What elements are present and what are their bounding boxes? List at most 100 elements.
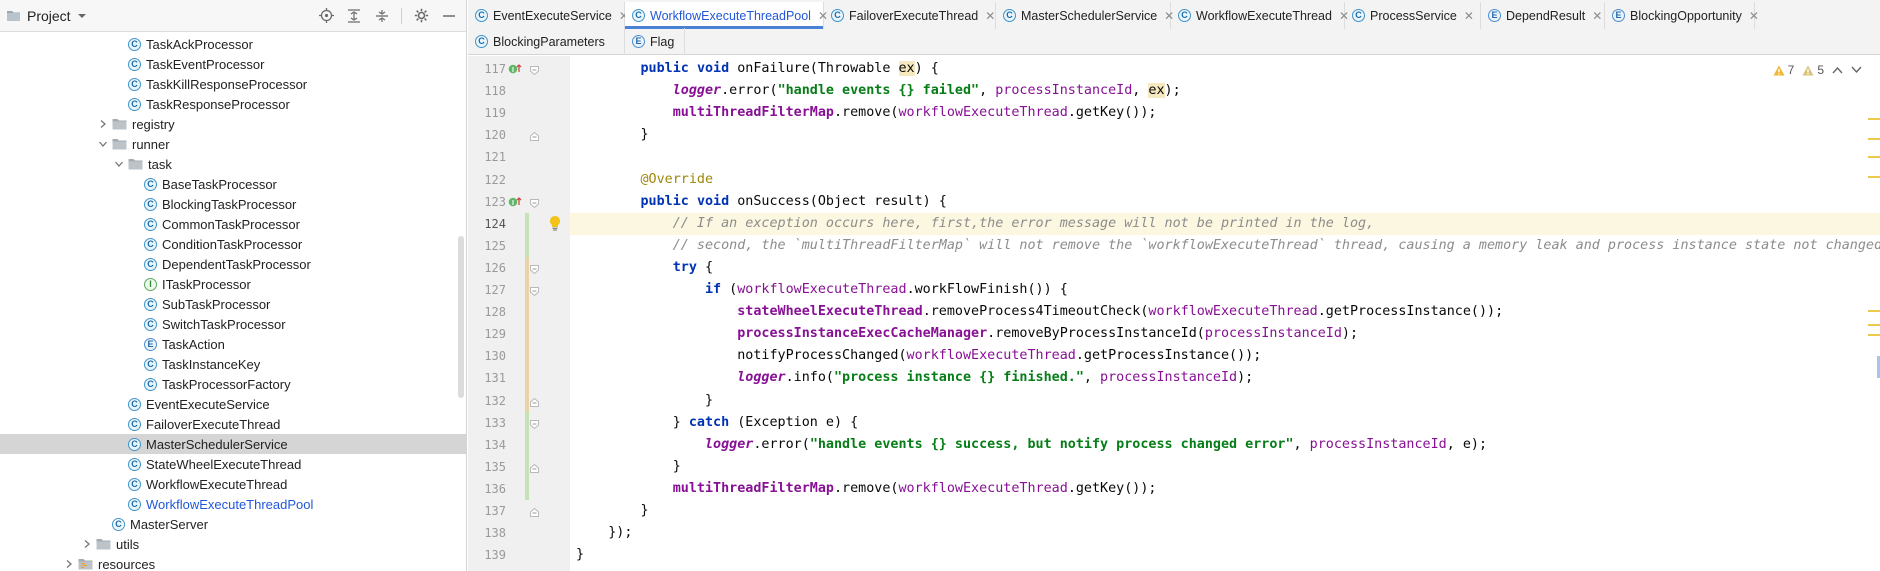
- tree-file[interactable]: C TaskInstanceKey: [0, 354, 466, 374]
- gutter-line[interactable]: 118: [468, 80, 570, 102]
- expand-all-icon[interactable]: [345, 7, 363, 25]
- code-line[interactable]: }: [570, 456, 1880, 478]
- code-line[interactable]: [570, 146, 1880, 168]
- gutter-line[interactable]: 133: [468, 412, 570, 434]
- gutter-line[interactable]: 139: [468, 544, 570, 566]
- error-stripe[interactable]: [1868, 56, 1880, 571]
- tree-file[interactable]: I ITaskProcessor: [0, 274, 466, 294]
- gutter-line[interactable]: 132: [468, 390, 570, 412]
- gutter-line[interactable]: 128: [468, 301, 570, 323]
- next-highlight-icon[interactable]: [1851, 63, 1862, 77]
- code-line[interactable]: logger.error("handle events {} success, …: [570, 434, 1880, 456]
- editor-tab[interactable]: C WorkflowExecuteThread ✕: [1171, 2, 1349, 29]
- tree-file[interactable]: C TaskEventProcessor: [0, 54, 466, 74]
- editor-tab[interactable]: C FailoverExecuteThread ✕: [824, 2, 996, 29]
- stripe-mark[interactable]: [1868, 176, 1880, 178]
- stripe-mark[interactable]: [1868, 118, 1880, 120]
- code-line[interactable]: // second, the `multiThreadFilterMap` wi…: [570, 235, 1880, 257]
- chevron-down-icon[interactable]: [96, 137, 110, 151]
- gutter-line[interactable]: 134: [468, 434, 570, 456]
- tree-file[interactable]: C WorkflowExecuteThreadPool: [0, 494, 466, 514]
- vcs-change-marker[interactable]: [525, 411, 529, 500]
- chevron-right-icon[interactable]: [62, 557, 76, 571]
- project-view-selector[interactable]: Project: [6, 8, 87, 24]
- gutter-line[interactable]: 127: [468, 279, 570, 301]
- project-scrollbar[interactable]: [458, 236, 464, 398]
- gutter-line[interactable]: 119: [468, 102, 570, 124]
- tree-file[interactable]: C BlockingTaskProcessor: [0, 194, 466, 214]
- editor-tab[interactable]: E DependResult ✕: [1481, 2, 1605, 29]
- tree-file[interactable]: C StateWheelExecuteThread: [0, 454, 466, 474]
- gutter-line[interactable]: 125: [468, 235, 570, 257]
- tree-file[interactable]: E TaskAction: [0, 334, 466, 354]
- tree-file[interactable]: C CommonTaskProcessor: [0, 214, 466, 234]
- tree-file[interactable]: C SubTaskProcessor: [0, 294, 466, 314]
- editor-tab[interactable]: C EventExecuteService ✕: [468, 2, 629, 29]
- tree-file[interactable]: C MasterServer: [0, 514, 466, 534]
- previous-highlight-icon[interactable]: [1832, 63, 1843, 77]
- fold-marker-icon[interactable]: [530, 64, 539, 76]
- gutter-line[interactable]: 121: [468, 146, 570, 168]
- stripe-mark[interactable]: [1868, 138, 1880, 140]
- gutter-line[interactable]: 131: [468, 367, 570, 389]
- close-icon[interactable]: ✕: [985, 9, 995, 23]
- tree-file[interactable]: C MasterSchedulerService: [0, 434, 466, 454]
- tree-file[interactable]: C BaseTaskProcessor: [0, 174, 466, 194]
- fold-marker-icon[interactable]: [530, 462, 539, 473]
- minimize-icon[interactable]: [440, 7, 458, 25]
- code-line[interactable]: processInstanceExecCacheManager.removeBy…: [570, 323, 1880, 345]
- implements-method-icon[interactable]: I: [508, 196, 522, 211]
- tree-folder[interactable]: runner: [0, 134, 466, 154]
- stripe-mark[interactable]: [1868, 324, 1880, 326]
- lightbulb-icon[interactable]: [548, 215, 562, 234]
- code-line[interactable]: logger.error("handle events {} failed", …: [570, 80, 1880, 102]
- tree-file[interactable]: C FailoverExecuteThread: [0, 414, 466, 434]
- stripe-mark[interactable]: [1868, 334, 1880, 336]
- vcs-change-marker[interactable]: [525, 256, 529, 412]
- tree-file[interactable]: C TaskResponseProcessor: [0, 94, 466, 114]
- tree-file[interactable]: C TaskProcessorFactory: [0, 374, 466, 394]
- tree-file[interactable]: C DependentTaskProcessor: [0, 254, 466, 274]
- editor-tab[interactable]: E BlockingOpportunity ✕: [1605, 2, 1759, 29]
- gutter-line[interactable]: 124: [468, 213, 570, 235]
- weak-warning-count[interactable]: 5: [1802, 63, 1824, 77]
- tree-file[interactable]: C SwitchTaskProcessor: [0, 314, 466, 334]
- tree-file[interactable]: C TaskKillResponseProcessor: [0, 74, 466, 94]
- fold-marker-icon[interactable]: [530, 396, 539, 407]
- code-line[interactable]: });: [570, 522, 1880, 544]
- editor-tab[interactable]: E Flag: [625, 28, 685, 55]
- tree-file[interactable]: C WorkflowExecuteThread: [0, 474, 466, 494]
- gutter-line[interactable]: 138: [468, 522, 570, 544]
- stripe-mark[interactable]: [1868, 156, 1880, 158]
- gutter-line[interactable]: 120: [468, 124, 570, 146]
- editor-tab[interactable]: C WorkflowExecuteThreadPool ✕: [625, 2, 828, 29]
- tree-file[interactable]: C TaskAckProcessor: [0, 34, 466, 54]
- gutter-line[interactable]: 135: [468, 456, 570, 478]
- code-line[interactable]: multiThreadFilterMap.remove(workflowExec…: [570, 478, 1880, 500]
- code-line[interactable]: } catch (Exception e) {: [570, 412, 1880, 434]
- inspection-widget[interactable]: 7 5: [1773, 63, 1862, 77]
- tree-folder[interactable]: registry: [0, 114, 466, 134]
- code-line[interactable]: public void onSuccess(Object result) {: [570, 191, 1880, 213]
- editor-tab[interactable]: C ProcessService ✕: [1345, 2, 1481, 29]
- tree-folder[interactable]: utils: [0, 534, 466, 554]
- fold-marker-icon[interactable]: [530, 506, 539, 517]
- code-line[interactable]: }: [570, 390, 1880, 412]
- close-icon[interactable]: ✕: [1749, 9, 1759, 23]
- gear-icon[interactable]: [412, 7, 430, 25]
- gutter-line[interactable]: 117 I: [468, 58, 570, 80]
- code-line[interactable]: public void onFailure(Throwable ex) {: [570, 58, 1880, 80]
- close-icon[interactable]: ✕: [1464, 9, 1474, 23]
- gutter-line[interactable]: 126: [468, 257, 570, 279]
- code-line[interactable]: }: [570, 124, 1880, 146]
- locate-icon[interactable]: [317, 7, 335, 25]
- code-line[interactable]: }: [570, 500, 1880, 522]
- fold-marker-icon[interactable]: [530, 418, 539, 429]
- warning-count[interactable]: 7: [1773, 63, 1794, 77]
- code-line[interactable]: logger.info("process instance {} finishe…: [570, 367, 1880, 389]
- code-line[interactable]: // If an exception occurs here, first,th…: [570, 212, 1880, 235]
- gutter-line[interactable]: 130: [468, 345, 570, 367]
- fold-marker-icon[interactable]: [530, 263, 539, 275]
- code-area[interactable]: public void onFailure(Throwable ex) { lo…: [570, 56, 1880, 571]
- implements-method-icon[interactable]: I: [508, 63, 522, 78]
